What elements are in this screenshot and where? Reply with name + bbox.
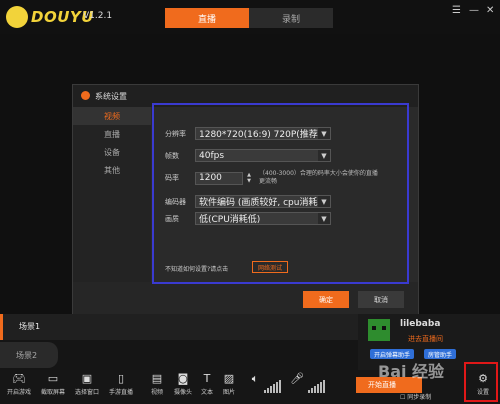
mobile-icon: ▯ <box>117 372 125 385</box>
select-window-label: 选择窗口 <box>74 389 99 396</box>
video-settings-panel: 分辨率 1280*720(16:9) 720P(推荐 ▼ 帧数 40fps ▼ … <box>151 107 418 282</box>
mobile-live-button[interactable]: ▯ 手游直播 <box>104 372 138 402</box>
help-text: 不知道如何设置?请点击 <box>165 266 229 273</box>
microphone-icon: 🎤︎ <box>290 372 304 385</box>
window-icon: ▣ <box>81 372 93 385</box>
scene-1-label: 场景1 <box>19 322 41 331</box>
sidebar-item-other[interactable]: 其他 <box>73 161 151 179</box>
settings-dialog: 系统设置 视频 直播 设备 其他 分辨率 1280*720(16:9) 720P… <box>72 84 419 316</box>
resolution-label: 分辨率 <box>165 129 186 138</box>
capture-screen-button[interactable]: ▭ 截取屏幕 <box>36 372 70 402</box>
quality-select[interactable]: 低(CPU消耗低) ▼ <box>195 212 331 225</box>
framerate-label: 帧数 <box>165 151 179 160</box>
dialog-header: 系统设置 <box>73 85 418 107</box>
sidebar-item-device[interactable]: 设备 <box>73 143 151 161</box>
monitor-icon: ▭ <box>47 372 59 385</box>
settings-sidebar: 视频 直播 设备 其他 <box>73 107 151 282</box>
framerate-select[interactable]: 40fps ▼ <box>195 149 331 162</box>
room-link[interactable]: 进去直播间 <box>408 334 443 344</box>
speaker-icon: 🔈︎ <box>251 371 259 385</box>
quality-label: 画质 <box>165 214 179 223</box>
minimize-icon[interactable]: — <box>469 5 479 16</box>
scene-tab-2[interactable]: 场景2 <box>0 342 58 368</box>
avatar <box>368 319 390 341</box>
sync-record-label: 同步录制 <box>407 394 432 401</box>
bitrate-stepper[interactable]: ▲ ▼ <box>245 172 253 185</box>
mode-tabs: 直播 录制 <box>165 8 333 28</box>
network-test-button[interactable]: 网络测试 <box>252 261 288 273</box>
framerate-value: 40fps <box>199 150 225 161</box>
image-button[interactable]: ▨ 图片 <box>212 372 246 402</box>
resolution-select[interactable]: 1280*720(16:9) 720P(推荐 ▼ <box>195 127 331 140</box>
select-window-button[interactable]: ▣ 选择窗口 <box>70 372 104 402</box>
image-icon: ▨ <box>223 372 235 385</box>
encoder-select[interactable]: 软件编码 (画质较好, cpu消耗 ▼ <box>195 195 331 208</box>
bitrate-label: 码率 <box>165 174 179 182</box>
ok-button[interactable]: 确定 <box>303 291 349 308</box>
gear-icon <box>81 91 90 100</box>
image-label: 图片 <box>222 389 235 396</box>
bitrate-hint: （400-3000）合理的码率大小会使你的直播更流畅 <box>259 170 378 185</box>
start-game-label: 开启游戏 <box>6 389 31 396</box>
speaker-volume-slider[interactable] <box>264 380 281 393</box>
close-icon[interactable]: ✕ <box>486 5 494 16</box>
menu-icon[interactable]: ☰ <box>452 5 461 16</box>
chevron-down-icon: ▼ <box>318 128 330 139</box>
video-icon: ▤ <box>151 372 163 385</box>
chevron-down-icon: ▼ <box>318 150 330 161</box>
speaker-button[interactable]: 🔈︎ <box>248 372 262 402</box>
app-version: V1.2.1 <box>83 11 113 21</box>
douyu-logo-icon <box>6 6 28 28</box>
mic-volume-slider[interactable] <box>308 380 325 393</box>
microphone-button[interactable]: 🎤︎ <box>290 372 304 402</box>
dialog-footer: 确定 取消 <box>73 282 418 316</box>
sidebar-item-video[interactable]: 视频 <box>73 107 151 125</box>
video-label: 视频 <box>150 389 163 396</box>
cancel-button[interactable]: 取消 <box>358 291 404 308</box>
resolution-value: 1280*720(16:9) 720P(推荐 <box>199 130 318 140</box>
scene-tab-1[interactable]: 场景1 <box>0 314 358 340</box>
gamepad-icon: 🎮︎ <box>12 372 26 385</box>
camera-icon: ◙ <box>177 372 189 385</box>
tab-live[interactable]: 直播 <box>165 8 249 28</box>
bitrate-input[interactable]: 1200 <box>195 171 243 185</box>
start-game-button[interactable]: 🎮︎ 开启游戏 <box>2 372 36 402</box>
mobile-live-label: 手游直播 <box>108 389 133 396</box>
watermark: Bai 经验 <box>378 362 445 381</box>
tab-record[interactable]: 录制 <box>249 8 333 28</box>
capture-screen-label: 截取屏幕 <box>40 389 65 396</box>
quality-value: 低(CPU消耗低) <box>199 215 261 225</box>
username: lilebaba <box>400 319 441 329</box>
settings-highlight-box <box>464 362 498 402</box>
chevron-down-icon: ▼ <box>318 213 330 224</box>
title-bar: DOUYU V1.2.1 直播 录制 ☰ — ✕ <box>0 0 500 34</box>
chevron-down-icon: ▼ <box>318 196 330 207</box>
sync-record-checkbox[interactable]: ☐ 同步录制 <box>400 392 431 401</box>
sidebar-item-live[interactable]: 直播 <box>73 125 151 143</box>
scene-2-label: 场景2 <box>16 351 38 360</box>
dialog-title: 系统设置 <box>95 92 127 101</box>
encoder-value: 软件编码 (画质较好, cpu消耗 <box>199 198 318 208</box>
encoder-label: 编码器 <box>165 197 186 206</box>
